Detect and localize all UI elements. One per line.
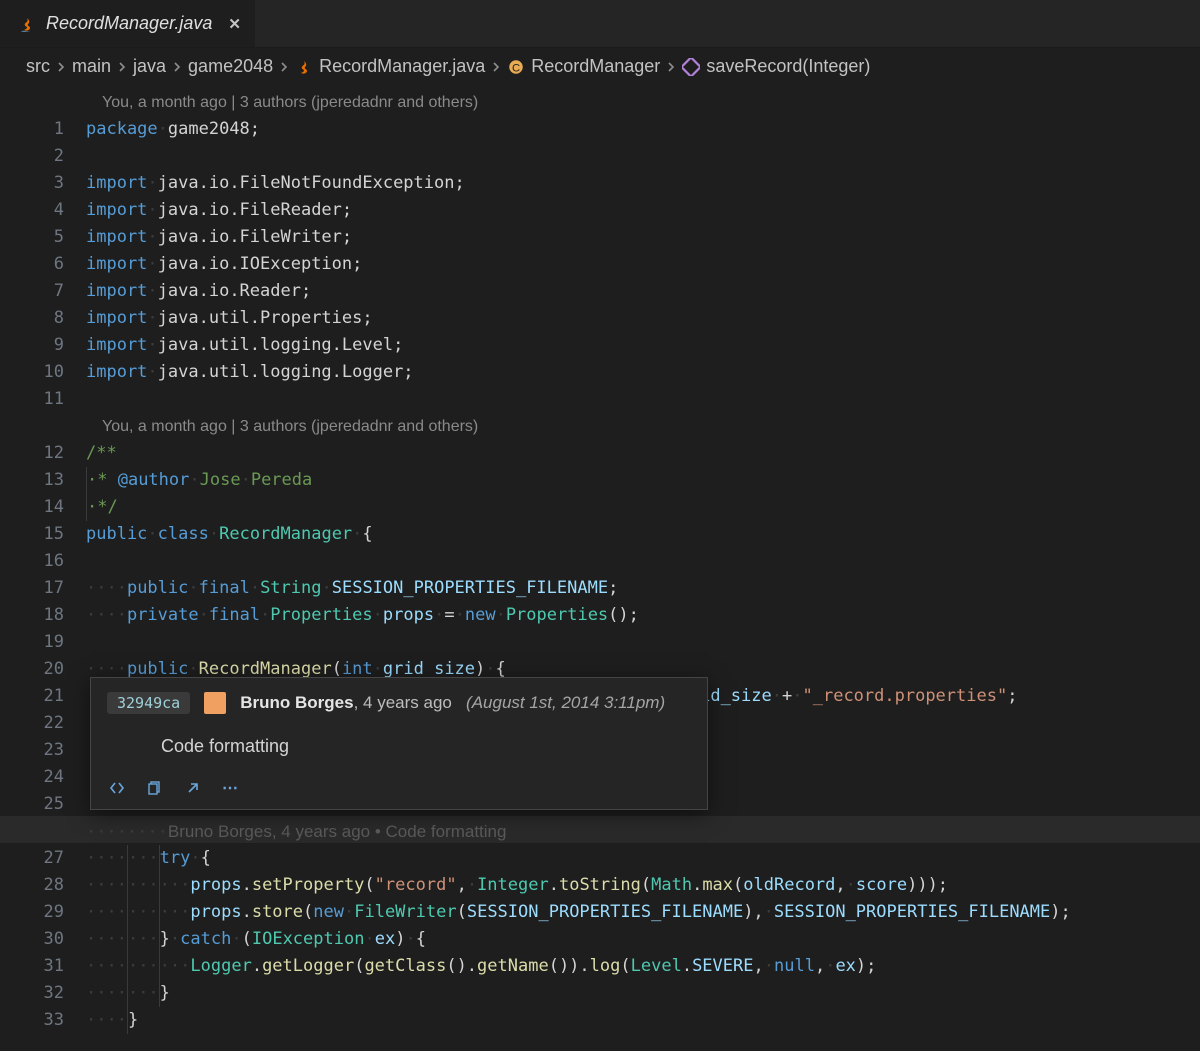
hover-actions: ⋯ bbox=[105, 777, 689, 799]
java-file-icon bbox=[18, 15, 36, 33]
author-name: Bruno Borges bbox=[240, 693, 353, 712]
tab-bar: RecordManager.java ✕ bbox=[0, 0, 1200, 48]
breadcrumb-seg[interactable]: src bbox=[26, 56, 50, 77]
class-icon: C bbox=[507, 58, 525, 76]
codelens-class[interactable]: You, a month ago | 3 authors (jperedadnr… bbox=[86, 413, 1200, 440]
commit-hash[interactable]: 32949ca bbox=[107, 692, 190, 714]
chevron-right-icon bbox=[491, 62, 501, 72]
method-icon bbox=[682, 58, 700, 76]
svg-text:C: C bbox=[512, 62, 520, 74]
breadcrumb[interactable]: src main java game2048 RecordManager.jav… bbox=[0, 48, 1200, 87]
chevron-right-icon bbox=[666, 62, 676, 72]
open-changes-icon[interactable] bbox=[105, 777, 129, 799]
editor-tab[interactable]: RecordManager.java ✕ bbox=[0, 0, 255, 47]
inline-blame: Bruno Borges, 4 years ago • Code formatt… bbox=[168, 822, 507, 841]
code-content[interactable]: You, a month ago | 3 authors (jperedadnr… bbox=[86, 89, 1200, 1034]
chevron-right-icon bbox=[117, 62, 127, 72]
code-editor[interactable]: 1 2 3 4 5 6 7 8 9 10 11 12 13 14 15 16 1… bbox=[0, 87, 1200, 1034]
more-actions-icon[interactable]: ⋯ bbox=[219, 777, 243, 799]
copy-icon[interactable] bbox=[143, 777, 167, 799]
breadcrumb-seg[interactable]: main bbox=[72, 56, 111, 77]
commit-message: Code formatting bbox=[161, 736, 689, 757]
close-tab-icon[interactable]: ✕ bbox=[228, 15, 241, 33]
chevron-right-icon bbox=[172, 62, 182, 72]
author-avatar bbox=[204, 692, 226, 714]
chevron-right-icon bbox=[279, 62, 289, 72]
commit-relative-date: 4 years ago bbox=[363, 693, 452, 712]
java-file-icon bbox=[295, 58, 313, 76]
line-number-gutter: 1 2 3 4 5 6 7 8 9 10 11 12 13 14 15 16 1… bbox=[0, 89, 86, 1034]
git-blame-hover: 32949ca Bruno Borges, 4 years ago (Augus… bbox=[90, 677, 708, 810]
breadcrumb-seg[interactable]: RecordManager bbox=[531, 56, 660, 77]
commit-date: (August 1st, 2014 3:11pm) bbox=[466, 693, 665, 712]
chevron-right-icon bbox=[56, 62, 66, 72]
codelens-top[interactable]: You, a month ago | 3 authors (jperedadnr… bbox=[86, 89, 1200, 116]
breadcrumb-seg[interactable]: game2048 bbox=[188, 56, 273, 77]
open-external-icon[interactable] bbox=[181, 777, 205, 799]
tab-filename: RecordManager.java bbox=[46, 13, 212, 34]
breadcrumb-seg[interactable]: RecordManager.java bbox=[319, 56, 485, 77]
breadcrumb-seg[interactable]: java bbox=[133, 56, 166, 77]
breadcrumb-seg[interactable]: saveRecord(Integer) bbox=[706, 56, 870, 77]
